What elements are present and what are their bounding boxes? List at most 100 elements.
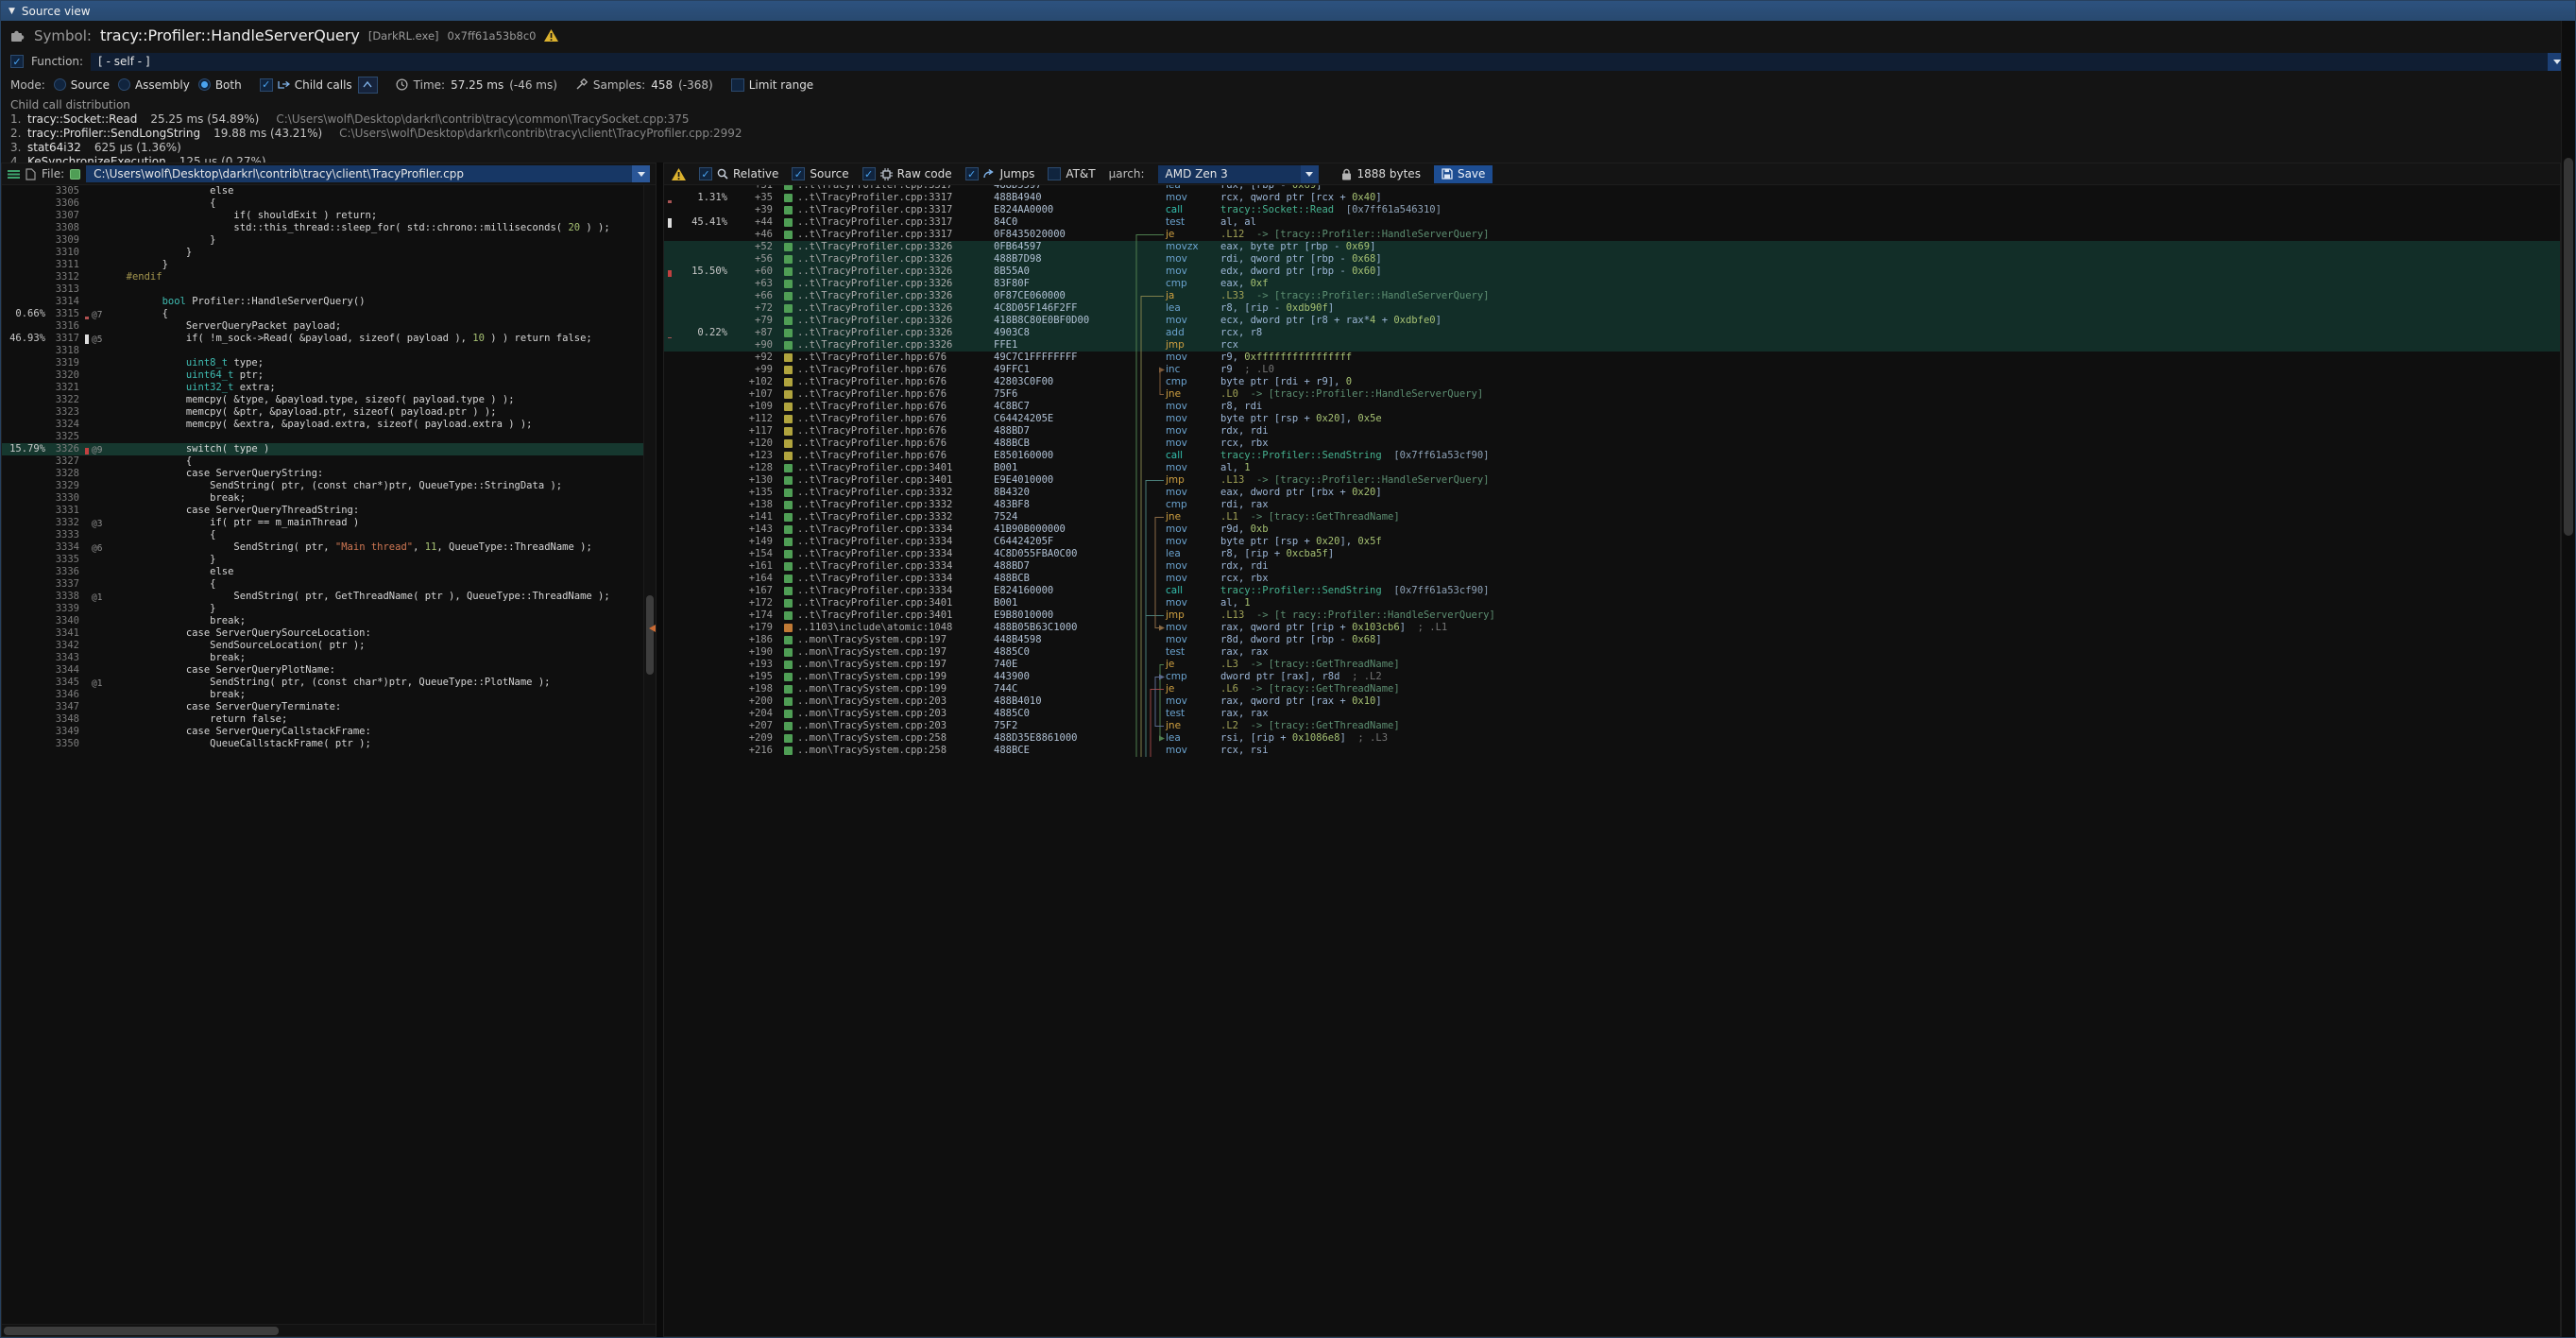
source-line[interactable]: 3340 break; [2, 615, 656, 627]
child-calls-checkbox[interactable]: ✓ Child calls [260, 78, 352, 92]
source-line[interactable]: 3323 memcpy( &ptr, &payload.ptr, sizeof(… [2, 406, 656, 419]
source-line[interactable]: 3336 else [2, 566, 656, 578]
asm-row[interactable]: +72..t\TracyProfiler.cpp:33264C8D05F146F… [664, 302, 2560, 315]
asm-row[interactable]: +99..t\TracyProfiler.hpp:67649FFC1incr9 … [664, 364, 2560, 376]
asm-source-location[interactable]: ..t\TracyProfiler.cpp:3401 [797, 609, 994, 622]
window-vscroll-thumb[interactable] [2564, 158, 2573, 536]
asm-row[interactable]: +90..t\TracyProfiler.cpp:3326FFE1jmprcx [664, 339, 2560, 352]
asm-row[interactable]: +164..t\TracyProfiler.cpp:3334488BCBmovr… [664, 573, 2560, 585]
source-line[interactable]: 3349 case ServerQueryCallstackFrame: [2, 726, 656, 738]
asm-source-location[interactable]: ..t\TracyProfiler.cpp:3326 [797, 339, 994, 352]
asm-row[interactable]: +149..t\TracyProfiler.cpp:3334C64424205F… [664, 536, 2560, 548]
asm-source-location[interactable]: ..t\TracyProfiler.cpp:3317 [797, 192, 994, 204]
asm-source-location[interactable]: ..mon\TracySystem.cpp:258 [797, 745, 994, 757]
child-call-entry[interactable]: 2.tracy::Profiler::SendLongString19.88 m… [10, 127, 2566, 141]
source-line[interactable]: 3311 } [2, 259, 656, 271]
source-line[interactable]: 3308 std::this_thread::sleep_for( std::c… [2, 222, 656, 234]
asm-source-location[interactable]: ..t\TracyProfiler.hpp:676 [797, 437, 994, 450]
asm-source-location[interactable]: ..t\TracyProfiler.cpp:3401 [797, 474, 994, 487]
asm-source-location[interactable]: ..t\TracyProfiler.cpp:3326 [797, 253, 994, 266]
source-line[interactable]: 3347 case ServerQueryTerminate: [2, 701, 656, 713]
asm-row[interactable]: +216..mon\TracySystem.cpp:258488BCEmovrc… [664, 745, 2560, 757]
file-combo-arrow[interactable] [632, 165, 650, 182]
asm-row[interactable]: +46..t\TracyProfiler.cpp:33170F843502000… [664, 229, 2560, 241]
source-line[interactable]: 3339 } [2, 603, 656, 615]
asm-row[interactable]: 15.50%+60..t\TracyProfiler.cpp:33268B55A… [664, 266, 2560, 278]
asm-row[interactable]: +128..t\TracyProfiler.cpp:3401B001moval,… [664, 462, 2560, 474]
att-checkbox[interactable]: AT&T [1048, 167, 1095, 180]
asm-source-location[interactable]: ..t\TracyProfiler.cpp:3317 [797, 185, 994, 192]
asm-row[interactable]: +138..t\TracyProfiler.cpp:3332483BF8cmpr… [664, 499, 2560, 511]
asm-source-location[interactable]: ..mon\TracySystem.cpp:203 [797, 695, 994, 708]
source-line[interactable]: 3324 memcpy( &extra, &payload.extra, siz… [2, 419, 656, 431]
save-button[interactable]: Save [1434, 165, 1493, 183]
asm-source-location[interactable]: ..mon\TracySystem.cpp:197 [797, 659, 994, 671]
asm-row[interactable]: +143..t\TracyProfiler.cpp:333441B90B0000… [664, 523, 2560, 536]
window-vscrollbar[interactable] [2561, 21, 2575, 1337]
asm-source-location[interactable]: ..t\TracyProfiler.cpp:3326 [797, 266, 994, 278]
asm-source-location[interactable]: ..t\TracyProfiler.cpp:3326 [797, 290, 994, 302]
source-line[interactable]: 3344 case ServerQueryPlotName: [2, 664, 656, 677]
asm-row[interactable]: +79..t\TracyProfiler.cpp:3326418B8C80E0B… [664, 315, 2560, 327]
asm-row[interactable]: +130..t\TracyProfiler.cpp:3401E9E4010000… [664, 474, 2560, 487]
asm-source-location[interactable]: ..t\TracyProfiler.cpp:3334 [797, 573, 994, 585]
source-line[interactable]: 3342 SendSourceLocation( ptr ); [2, 640, 656, 652]
asm-source-location[interactable]: ..t\TracyProfiler.hpp:676 [797, 413, 994, 425]
mode-radio-assembly[interactable]: Assembly [118, 78, 190, 92]
source-line[interactable]: 3348 return false; [2, 713, 656, 726]
asm-source-location[interactable]: ..t\TracyProfiler.cpp:3334 [797, 523, 994, 536]
asm-source-location[interactable]: ..1103\include\atomic:1048 [797, 622, 994, 634]
asm-source-location[interactable]: ..mon\TracySystem.cpp:197 [797, 646, 994, 659]
asm-source-location[interactable]: ..mon\TracySystem.cpp:203 [797, 708, 994, 720]
source-vscrollbar[interactable] [643, 185, 656, 1324]
file-combo[interactable]: C:\Users\wolf\Desktop\darkrl\contrib\tra… [86, 165, 650, 182]
asm-row[interactable]: +172..t\TracyProfiler.cpp:3401B001moval,… [664, 597, 2560, 609]
asm-row[interactable]: +154..t\TracyProfiler.cpp:33344C8D055FBA… [664, 548, 2560, 560]
asm-source-location[interactable]: ..t\TracyProfiler.cpp:3317 [797, 229, 994, 241]
raw-code-checkbox[interactable]: ✓ Raw code [862, 167, 952, 180]
asm-row[interactable]: +39..t\TracyProfiler.cpp:3317E824AA0000c… [664, 204, 2560, 216]
source-line[interactable]: 3314 bool Profiler::HandleServerQuery() [2, 296, 656, 308]
mode-radio-source[interactable]: Source [54, 78, 110, 92]
asm-source-location[interactable]: ..t\TracyProfiler.cpp:3332 [797, 487, 994, 499]
source-line[interactable]: 15.79%3326@9 switch( type ) [2, 443, 656, 455]
source-line[interactable]: 3333 { [2, 529, 656, 541]
source-hscrollbar[interactable] [2, 1324, 656, 1336]
source-line[interactable]: 3319 uint8_t type; [2, 357, 656, 369]
source-line[interactable]: 3307 if( shouldExit ) return; [2, 210, 656, 222]
asm-row[interactable]: +161..t\TracyProfiler.cpp:3334488BD7movr… [664, 560, 2560, 573]
asm-source-location[interactable]: ..t\TracyProfiler.hpp:676 [797, 425, 994, 437]
jumps-checkbox[interactable]: ✓ Jumps [965, 167, 1035, 180]
asm-row[interactable]: +56..t\TracyProfiler.cpp:3326488B7D98mov… [664, 253, 2560, 266]
source-line[interactable]: 3321 uint32_t extra; [2, 382, 656, 394]
source-line[interactable]: 3320 uint64_t ptr; [2, 369, 656, 382]
asm-source-location[interactable]: ..t\TracyProfiler.cpp:3326 [797, 241, 994, 253]
source-line[interactable]: 3345@1 SendString( ptr, (const char*)ptr… [2, 677, 656, 689]
source-hscroll-thumb[interactable] [4, 1327, 279, 1335]
source-line[interactable]: 3346 break; [2, 689, 656, 701]
asm-source-location[interactable]: ..t\TracyProfiler.cpp:3317 [797, 216, 994, 229]
asm-row[interactable]: +193..mon\TracySystem.cpp:197740Eje.L3 -… [664, 659, 2560, 671]
child-call-entry[interactable]: 3.stat64i32625 μs (1.36%) [10, 141, 2566, 155]
limit-range-checkbox[interactable]: Limit range [731, 78, 813, 92]
source-checkbox[interactable]: ✓ Source [792, 167, 848, 180]
pane-divider[interactable] [657, 163, 663, 1337]
asm-source-location[interactable]: ..mon\TracySystem.cpp:197 [797, 634, 994, 646]
asm-source-location[interactable]: ..mon\TracySystem.cpp:203 [797, 720, 994, 732]
asm-source-location[interactable]: ..mon\TracySystem.cpp:199 [797, 671, 994, 683]
up-arrow-button[interactable] [358, 77, 378, 94]
asm-source-location[interactable]: ..t\TracyProfiler.hpp:676 [797, 376, 994, 388]
source-line[interactable]: 3335 } [2, 554, 656, 566]
asm-source-location[interactable]: ..t\TracyProfiler.hpp:676 [797, 450, 994, 462]
asm-row[interactable]: +141..t\TracyProfiler.cpp:33327524jne.L1… [664, 511, 2560, 523]
asm-row[interactable]: +109..t\TracyProfiler.hpp:6764C8BC7movr8… [664, 401, 2560, 413]
asm-source-location[interactable]: ..mon\TracySystem.cpp:199 [797, 683, 994, 695]
asm-source-location[interactable]: ..t\TracyProfiler.cpp:3401 [797, 597, 994, 609]
asm-row[interactable]: +204..mon\TracySystem.cpp:2034885C0testr… [664, 708, 2560, 720]
asm-row[interactable]: +31..t\TracyProfiler.cpp:3317488D5597lea… [664, 185, 2560, 192]
source-vscroll-thumb[interactable] [646, 595, 654, 675]
asm-row[interactable]: 45.41%+44..t\TracyProfiler.cpp:331784C0t… [664, 216, 2560, 229]
child-call-entry[interactable]: 4.KeSynchronizeExecution125 μs (0.27%) [10, 155, 2566, 163]
source-line[interactable]: 3343 break; [2, 652, 656, 664]
source-line[interactable]: 46.93%3317@5 if( !m_sock->Read( &payload… [2, 333, 656, 345]
